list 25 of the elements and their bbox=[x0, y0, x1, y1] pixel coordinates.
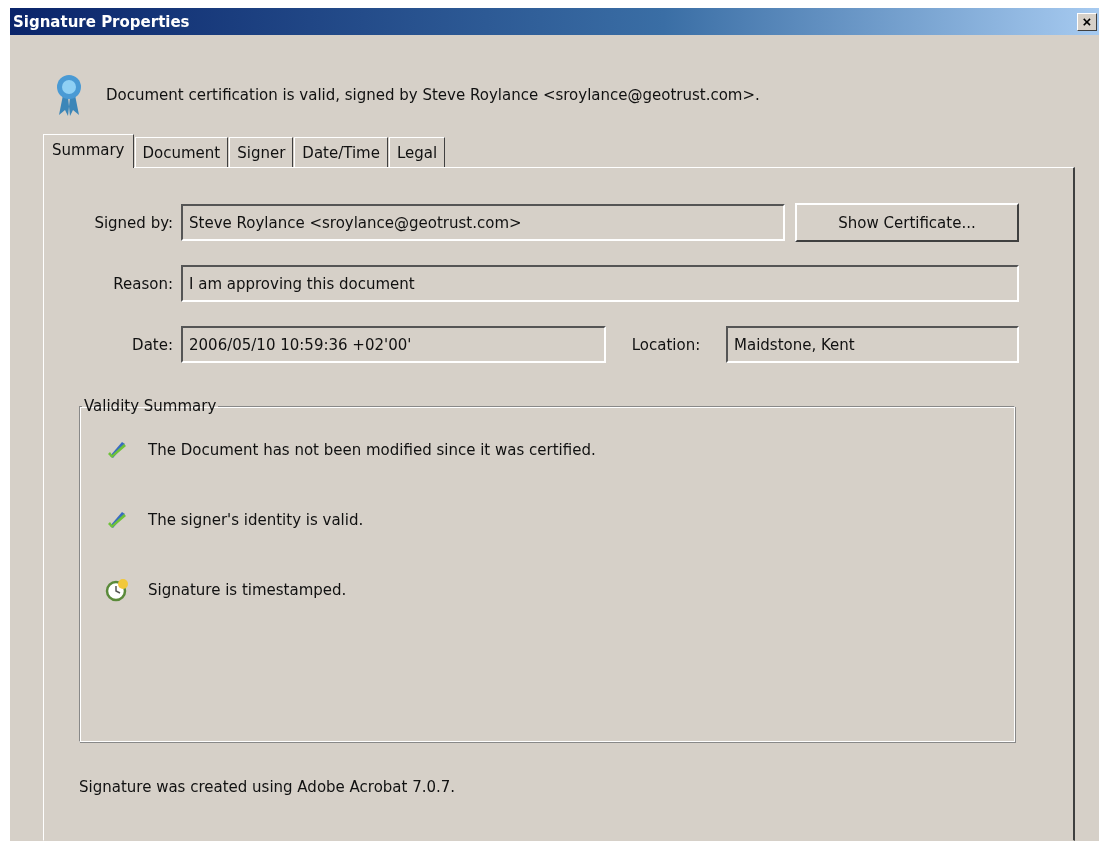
reason-field: I am approving this document bbox=[181, 265, 1019, 302]
tab[interactable]: Signer bbox=[229, 137, 294, 167]
signed-by-field: Steve Roylance <sroylance@geotrust.com> bbox=[181, 204, 785, 241]
field-label: Date: bbox=[131, 335, 174, 354]
status-message: Document certification is valid, signed by Steve Roylance <sroylance@geotrust.com>. bbox=[106, 86, 760, 104]
window-title: Signature Properties bbox=[13, 12, 190, 31]
tab[interactable]: Date/Time bbox=[294, 137, 388, 167]
validity-text: The signer's identity is valid. bbox=[148, 511, 364, 529]
date-field: 2006/05/10 10:59:36 +02'00' bbox=[181, 326, 606, 363]
tab[interactable]: Legal bbox=[388, 137, 446, 167]
ribbon-award-icon bbox=[54, 73, 84, 117]
close-button[interactable]: × bbox=[1077, 12, 1097, 31]
field-label: Location: bbox=[630, 335, 702, 354]
validity-text: The Document has not been modified since it was certified. bbox=[148, 441, 596, 459]
field-label: Reason: bbox=[112, 274, 174, 293]
close-glyph: × bbox=[1082, 13, 1092, 30]
show-certificate-button[interactable]: Show Certificate... bbox=[795, 203, 1019, 242]
location-field: Maidstone, Kent bbox=[726, 326, 1019, 363]
validity-text: Signature is timestamped. bbox=[148, 581, 347, 599]
footer-note: Signature was created using Adobe Acrobat 7.0.7. bbox=[79, 778, 457, 796]
tab[interactable]: Summary bbox=[43, 134, 134, 168]
tab[interactable]: Document bbox=[134, 137, 229, 167]
clock-icon bbox=[104, 577, 130, 603]
field-label: Signed by: bbox=[93, 213, 174, 232]
group-title: Validity Summary bbox=[83, 397, 218, 415]
